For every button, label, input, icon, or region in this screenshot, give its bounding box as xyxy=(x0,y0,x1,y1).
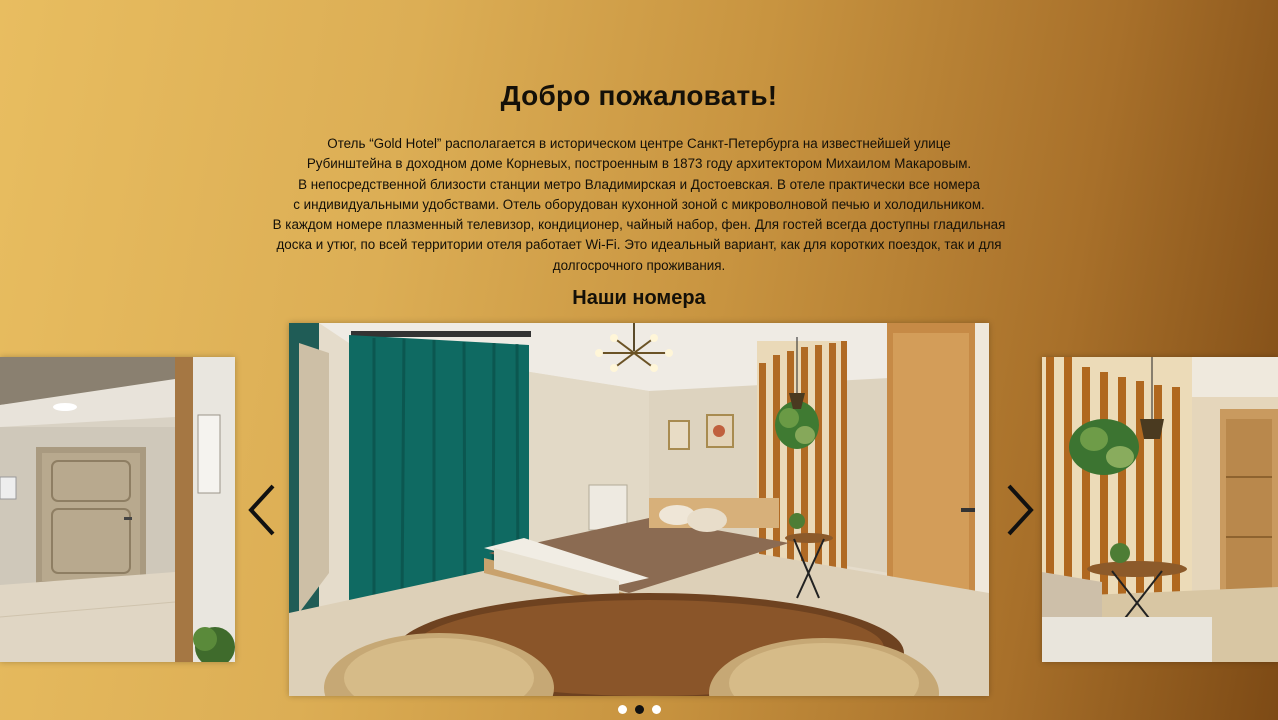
room-photo xyxy=(1042,357,1278,662)
intro-line: Отель “Gold Hotel” располагается в истор… xyxy=(327,136,951,151)
carousel-dot-2[interactable] xyxy=(634,705,644,714)
intro-line: долгосрочного проживания. xyxy=(552,257,726,273)
carousel-pagination xyxy=(0,705,1278,714)
carousel-slide-current[interactable] xyxy=(289,323,989,696)
intro-line: доска и утюг, по всей территории отеля р… xyxy=(276,237,1002,253)
hallway-photo xyxy=(0,357,235,662)
carousel-prev-button[interactable] xyxy=(242,480,282,540)
rooms-title: Наши номера xyxy=(572,287,706,309)
carousel-dot-1[interactable] xyxy=(617,705,627,714)
carousel-slide-next[interactable] xyxy=(1042,357,1278,662)
chevron-left-icon xyxy=(248,484,275,536)
bedroom-photo xyxy=(289,323,989,696)
carousel-dot-3[interactable] xyxy=(651,705,661,714)
intro-line: В каждом номере плазменный телевизор, ко… xyxy=(272,217,1006,233)
intro-line: В непосредственной близости станции метр… xyxy=(298,176,980,192)
intro-line: с индивидуальными удобствами. Отель обор… xyxy=(293,196,985,212)
intro-line: Рубинштейна в доходном доме Корневых, по… xyxy=(306,156,972,172)
page-title: Добро пожаловать! xyxy=(500,80,778,111)
carousel-slide-prev[interactable] xyxy=(0,357,235,662)
chevron-right-icon xyxy=(1007,484,1034,536)
intro-paragraph: Отель “Gold Hotel” располагается в истор… xyxy=(230,134,1048,276)
carousel-next-button[interactable] xyxy=(1000,480,1040,540)
